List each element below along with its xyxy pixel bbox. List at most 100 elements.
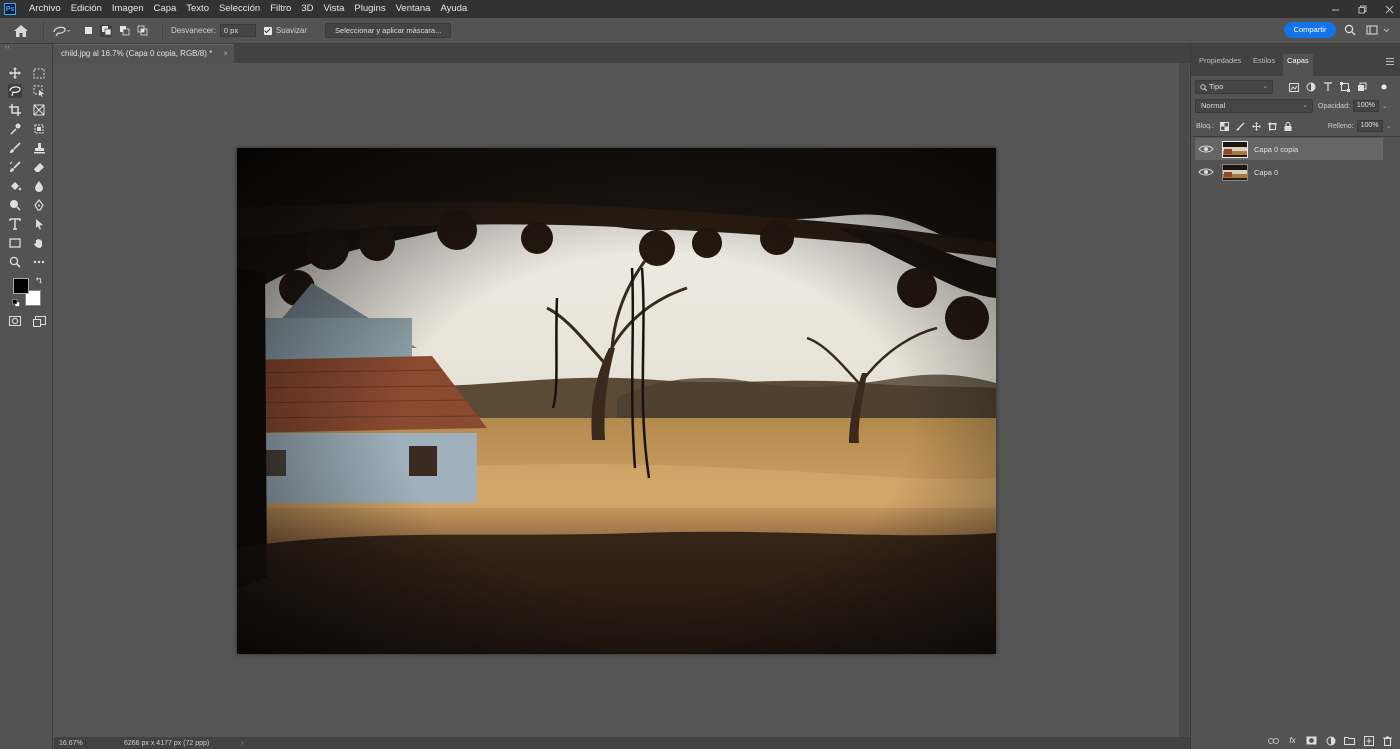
menu-filtro[interactable]: Filtro: [265, 0, 296, 18]
screen-mode-icon[interactable]: [32, 314, 46, 328]
layer-name[interactable]: Capa 0 copia: [1254, 145, 1298, 154]
hand-tool-icon[interactable]: [32, 236, 46, 250]
visibility-eye-icon[interactable]: [1198, 143, 1214, 155]
close-document-icon[interactable]: ×: [223, 45, 228, 63]
layer-row[interactable]: Capa 0 copia: [1195, 138, 1383, 160]
clone-stamp-tool-icon[interactable]: [32, 141, 46, 155]
adjustment-filter-icon[interactable]: [1306, 82, 1316, 92]
share-button[interactable]: Compartir: [1284, 22, 1336, 38]
opacity-input[interactable]: 100%: [1352, 100, 1379, 112]
chevron-down-icon[interactable]: [1383, 24, 1390, 36]
layer-name[interactable]: Capa 0: [1254, 168, 1278, 177]
fill-chevron-icon[interactable]: ⌄: [1386, 122, 1392, 130]
frame-tool-icon[interactable]: [32, 103, 46, 117]
link-layers-icon[interactable]: [1268, 735, 1279, 746]
menu-ayuda[interactable]: Ayuda: [435, 0, 472, 18]
zoom-tool-icon[interactable]: [8, 255, 22, 269]
delete-layer-icon[interactable]: [1382, 735, 1393, 746]
lasso-tool-icon[interactable]: [8, 84, 22, 98]
shape-filter-icon[interactable]: [1340, 82, 1350, 92]
menu-plugins[interactable]: Plugins: [349, 0, 390, 18]
history-brush-tool-icon[interactable]: [8, 160, 22, 174]
layer-row[interactable]: Capa 0: [1195, 161, 1383, 183]
intersect-selection-icon[interactable]: [136, 25, 148, 37]
paint-bucket-tool-icon[interactable]: [8, 179, 22, 193]
menu-imagen[interactable]: Imagen: [107, 0, 149, 18]
more-tools-icon[interactable]: [32, 255, 46, 269]
search-icon[interactable]: [1344, 24, 1356, 36]
lasso-tool-preset-icon[interactable]: [52, 24, 72, 38]
subtract-selection-icon[interactable]: [118, 25, 130, 37]
move-tool-icon[interactable]: [8, 66, 22, 80]
marquee-tool-icon[interactable]: [32, 66, 46, 80]
lock-transparent-pixels-icon[interactable]: [1219, 121, 1229, 131]
new-selection-icon[interactable]: [82, 25, 94, 37]
menu-texto[interactable]: Texto: [181, 0, 214, 18]
panel-menu-icon[interactable]: [1386, 58, 1394, 67]
layer-filter-value: Tipo: [1209, 82, 1224, 91]
menu-seleccion[interactable]: Selección: [214, 0, 265, 18]
visibility-eye-icon[interactable]: [1198, 166, 1214, 178]
rectangle-tool-icon[interactable]: [8, 236, 22, 250]
select-and-mask-button[interactable]: Seleccionar y aplicar máscara...: [325, 23, 452, 38]
menu-ventana[interactable]: Ventana: [391, 0, 436, 18]
new-group-icon[interactable]: [1344, 735, 1355, 746]
swap-colors-icon[interactable]: [35, 276, 43, 284]
tab-propiedades[interactable]: Propiedades: [1195, 54, 1245, 76]
blur-tool-icon[interactable]: [32, 179, 46, 193]
status-menu-arrow-icon[interactable]: ›: [241, 740, 243, 747]
layer-style-fx-icon[interactable]: fx: [1287, 735, 1298, 746]
opacity-chevron-icon[interactable]: ⌄: [1382, 102, 1388, 110]
document-tab[interactable]: child.jpg al 16.7% (Capa 0 copia, RGB/8)…: [54, 44, 234, 63]
fill-input[interactable]: 100%: [1356, 120, 1383, 132]
home-icon[interactable]: [13, 24, 29, 38]
blend-mode-dropdown[interactable]: Normal ⌄: [1195, 99, 1313, 113]
add-mask-icon[interactable]: [1306, 735, 1317, 746]
brush-tool-icon[interactable]: [8, 141, 22, 155]
menu-vista[interactable]: Vista: [318, 0, 349, 18]
pen-tool-icon[interactable]: [32, 198, 46, 212]
dodge-tool-icon[interactable]: [8, 198, 22, 212]
menu-edicion[interactable]: Edición: [66, 0, 107, 18]
tab-capas[interactable]: Capas: [1283, 54, 1313, 76]
type-tool-icon[interactable]: [8, 217, 22, 231]
smart-object-filter-icon[interactable]: [1357, 82, 1367, 92]
feather-input[interactable]: 0 px: [219, 24, 256, 37]
layers-panel: Propiedades Estilos Capas Tipo ⌄ Normal …: [1190, 44, 1400, 749]
minimize-icon[interactable]: [1331, 5, 1340, 14]
layer-filter-dropdown[interactable]: Tipo ⌄: [1195, 80, 1273, 94]
canvas-area[interactable]: [54, 63, 1179, 737]
menu-archivo[interactable]: Archivo: [24, 0, 66, 18]
restore-icon[interactable]: [1358, 5, 1367, 14]
lock-image-pixels-icon[interactable]: [1236, 122, 1245, 131]
new-layer-icon[interactable]: [1363, 735, 1374, 746]
eraser-tool-icon[interactable]: [32, 160, 46, 174]
default-colors-icon[interactable]: [12, 299, 20, 307]
zoom-level[interactable]: 16.67%: [54, 739, 86, 747]
tab-estilos[interactable]: Estilos: [1249, 54, 1279, 76]
workspace-icon[interactable]: [1366, 24, 1378, 36]
menu-capa[interactable]: Capa: [149, 0, 182, 18]
quick-mask-icon[interactable]: [8, 314, 22, 328]
lock-artboard-icon[interactable]: [1267, 121, 1277, 131]
close-window-icon[interactable]: [1385, 5, 1394, 14]
pixel-filter-icon[interactable]: [1289, 82, 1299, 92]
eyedropper-tool-icon[interactable]: [8, 122, 22, 136]
document-image[interactable]: [237, 148, 996, 654]
fill-label: Relleno:: [1327, 122, 1354, 130]
type-filter-icon[interactable]: [1323, 82, 1333, 92]
lock-position-icon[interactable]: [1251, 121, 1261, 131]
new-adjustment-layer-icon[interactable]: [1325, 735, 1336, 746]
collapse-toolbar-icon[interactable]: ‹‹: [5, 44, 10, 51]
crop-tool-icon[interactable]: [8, 103, 22, 117]
foreground-color-swatch[interactable]: [13, 278, 29, 294]
object-selection-tool-icon[interactable]: [32, 84, 46, 98]
menu-3d[interactable]: 3D: [296, 0, 318, 18]
healing-brush-tool-icon[interactable]: [32, 122, 46, 136]
add-selection-icon[interactable]: [100, 24, 112, 37]
filter-toggle-icon[interactable]: [1379, 82, 1389, 92]
path-selection-tool-icon[interactable]: [32, 217, 46, 231]
smooth-checkbox[interactable]: [263, 26, 272, 35]
vertical-scrollbar[interactable]: [1179, 63, 1189, 737]
lock-all-icon[interactable]: [1284, 121, 1292, 131]
